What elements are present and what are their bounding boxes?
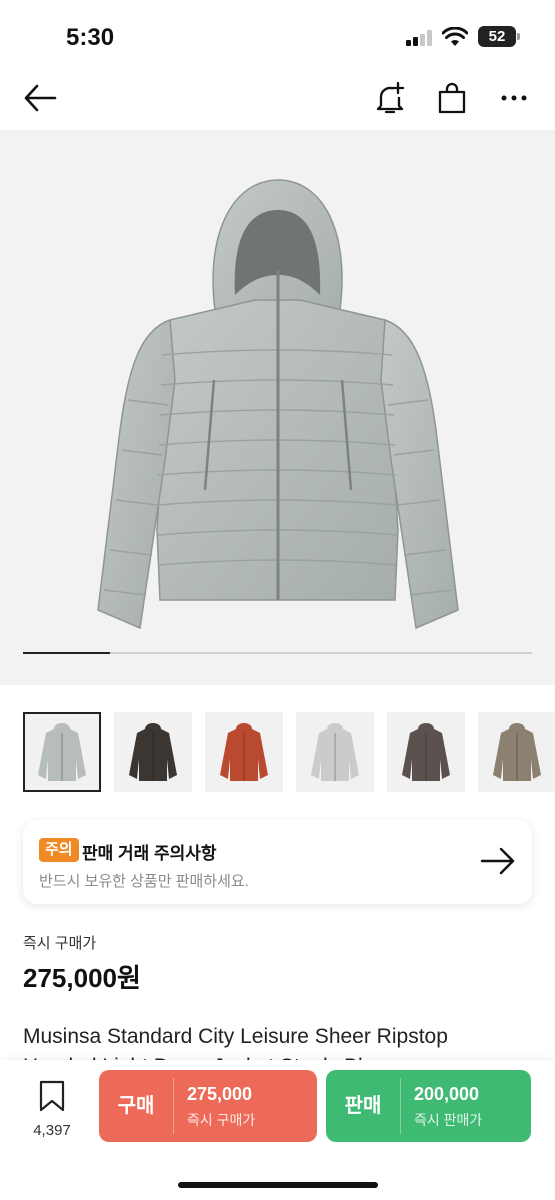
jacket-thumbnail-image: [311, 723, 359, 781]
jacket-thumbnail-image: [129, 723, 177, 781]
more-icon: [501, 95, 527, 101]
back-button[interactable]: [20, 78, 60, 118]
buy-label: 구매: [117, 1095, 155, 1117]
color-thumbnail[interactable]: [114, 712, 192, 792]
wishlist-count: 4,397: [33, 1122, 71, 1139]
product-page: 5:30 52 주의 판매 거래 주의사항 반드시 보유한 상품만 판매하세요.…: [0, 0, 555, 1200]
home-indicator: [178, 1182, 378, 1188]
wishlist-button[interactable]: 4,397: [24, 1078, 80, 1139]
shopping-bag-button[interactable]: [432, 78, 472, 118]
bookmark-icon: [39, 1080, 65, 1112]
product-title-line2: Hooded Light Down Jacket Steely Blue: [23, 1052, 543, 1060]
color-thumbnail[interactable]: [478, 712, 555, 792]
instant-buy-price-label: 즉시 구매가: [23, 935, 97, 952]
color-thumbnail[interactable]: [23, 712, 101, 792]
product-title: Musinsa Standard City Leisure Sheer Rips…: [23, 1025, 448, 1048]
product-image-carousel[interactable]: [0, 130, 555, 685]
battery-indicator: 52: [478, 26, 520, 47]
status-bar: 5:30 52: [0, 0, 555, 70]
buy-price: 275,000: [187, 1084, 253, 1104]
notice-title: 판매 거래 주의사항: [82, 844, 217, 863]
color-thumbnail[interactable]: [205, 712, 283, 792]
jacket-thumbnail-image: [402, 723, 450, 781]
image-progress-fill: [23, 652, 110, 654]
status-time: 5:30: [66, 24, 115, 51]
more-options-button[interactable]: [494, 78, 534, 118]
sale-notice-card[interactable]: 주의 판매 거래 주의사항 반드시 보유한 상품만 판매하세요.: [23, 820, 532, 904]
back-arrow-icon: [24, 84, 57, 112]
cellular-signal-icon: [406, 30, 434, 46]
sell-button[interactable]: 판매 200,000 즉시 판매가: [326, 1070, 531, 1142]
color-thumbnail[interactable]: [387, 712, 465, 792]
sell-price: 200,000: [414, 1084, 480, 1104]
nav-bar: [0, 70, 555, 130]
buy-price-caption: 즉시 구매가: [187, 1112, 256, 1128]
color-thumbnail-strip: [23, 712, 555, 792]
warning-badge: 주의: [39, 838, 79, 862]
jacket-thumbnail-image: [493, 723, 541, 781]
sell-label: 판매: [344, 1095, 382, 1117]
alarm-add-icon: [376, 81, 405, 114]
arrow-right-icon: [480, 847, 515, 875]
image-progress-bar: [23, 652, 532, 654]
notice-subtitle: 반드시 보유한 상품만 판매하세요.: [39, 873, 249, 890]
product-image: [97, 179, 459, 630]
color-thumbnail[interactable]: [296, 712, 374, 792]
sell-price-caption: 즉시 판매가: [414, 1112, 483, 1128]
instant-buy-price: 275,000원: [23, 963, 141, 993]
shopping-bag-icon: [438, 82, 466, 114]
buy-button[interactable]: 구매 275,000 즉시 구매가: [99, 1070, 317, 1142]
buy-divider: [173, 1078, 174, 1134]
price-alarm-button[interactable]: [370, 78, 410, 118]
sell-divider: [400, 1078, 401, 1134]
jacket-thumbnail-image: [38, 723, 86, 781]
wifi-icon: [442, 27, 468, 46]
bottom-action-bar: 4,397 구매 275,000 즉시 구매가 판매 200,000 즉시 판매…: [0, 1060, 555, 1200]
jacket-thumbnail-image: [220, 723, 268, 781]
